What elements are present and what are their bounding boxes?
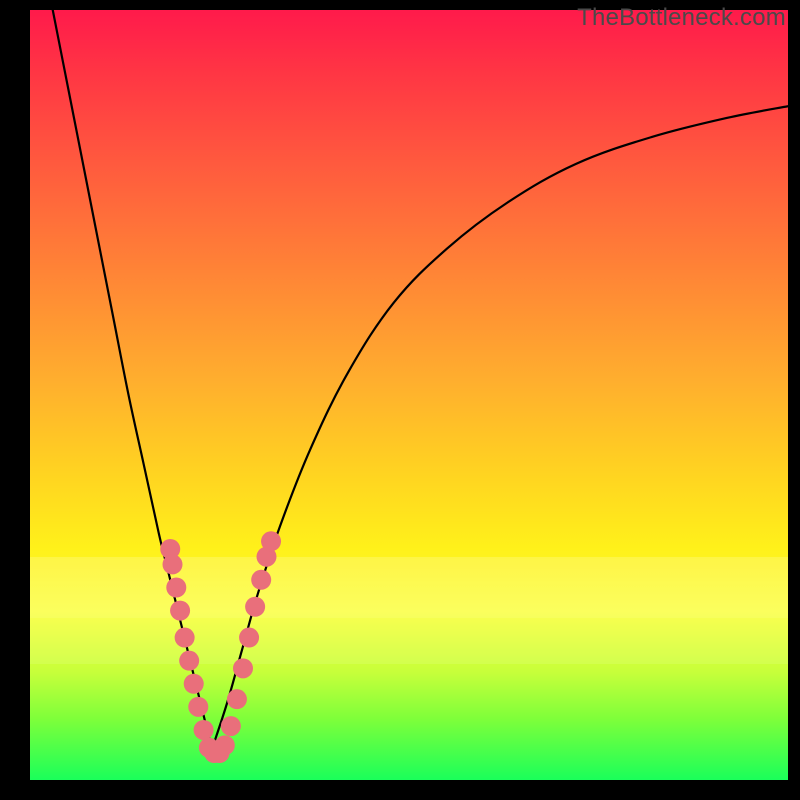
data-marker bbox=[163, 554, 183, 574]
data-marker bbox=[239, 628, 259, 648]
data-marker bbox=[251, 570, 271, 590]
bottleneck-curve-right-branch bbox=[212, 106, 788, 749]
data-marker bbox=[215, 735, 235, 755]
data-marker bbox=[233, 658, 253, 678]
data-marker bbox=[245, 597, 265, 617]
data-marker bbox=[221, 716, 241, 736]
data-marker bbox=[261, 531, 281, 551]
data-marker bbox=[194, 720, 214, 740]
data-marker bbox=[179, 651, 199, 671]
data-marker bbox=[188, 697, 208, 717]
curves-layer bbox=[30, 10, 788, 780]
data-marker bbox=[166, 578, 186, 598]
plot-area bbox=[30, 10, 788, 780]
data-marker bbox=[170, 601, 190, 621]
data-marker bbox=[184, 674, 204, 694]
chart-frame: TheBottleneck.com bbox=[0, 0, 800, 800]
data-marker bbox=[227, 689, 247, 709]
data-marker bbox=[175, 628, 195, 648]
